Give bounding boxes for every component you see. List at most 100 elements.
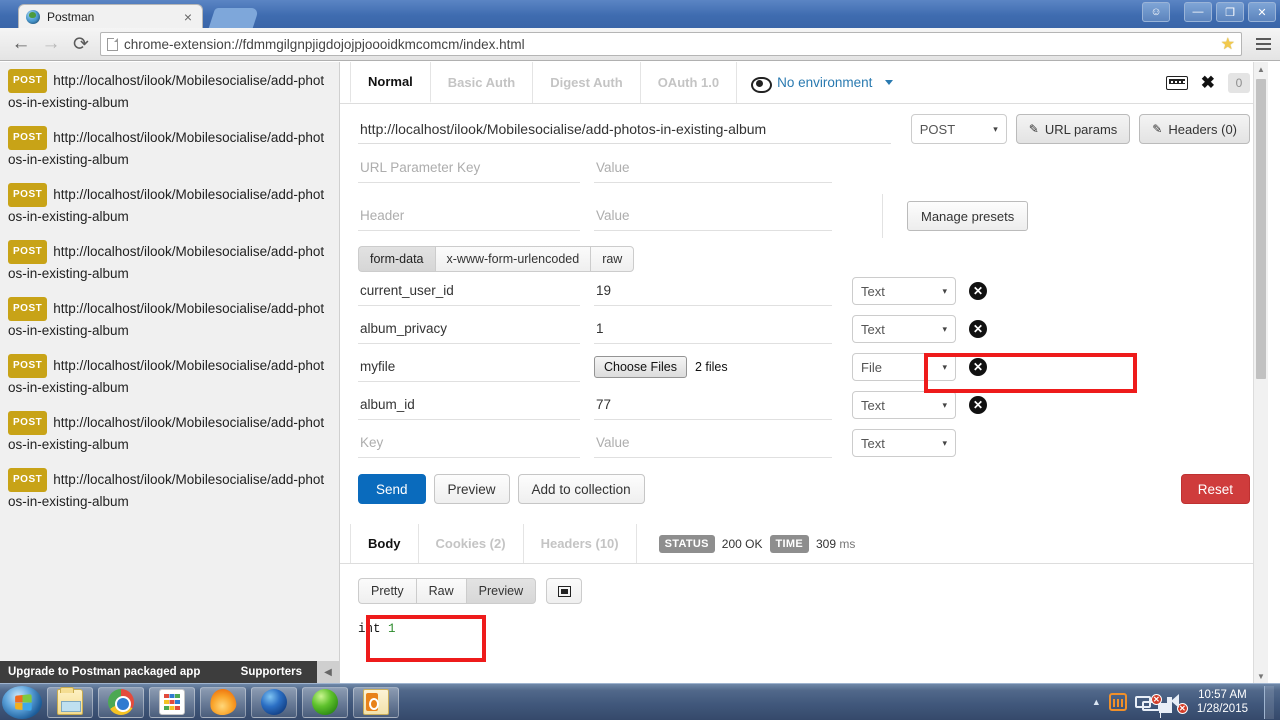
windows-flag-icon bbox=[14, 693, 32, 711]
network-icon[interactable] bbox=[1134, 696, 1160, 711]
url-params-button[interactable]: ✎ URL params bbox=[1015, 114, 1131, 144]
browser-menu-icon[interactable] bbox=[1248, 38, 1274, 50]
minimize-button[interactable]: — bbox=[1184, 2, 1212, 22]
keyboard-shortcuts-icon[interactable] bbox=[1165, 75, 1188, 90]
body-mode-form-data[interactable]: form-data bbox=[358, 246, 435, 272]
url-parameter-key-input[interactable] bbox=[358, 153, 580, 183]
url-parameter-row bbox=[340, 144, 1268, 192]
add-to-collection-button[interactable]: Add to collection bbox=[517, 474, 645, 504]
form-type-select[interactable]: Text ▾ bbox=[852, 429, 956, 457]
form-value-input[interactable] bbox=[594, 390, 832, 420]
manage-presets-button[interactable]: Manage presets bbox=[907, 201, 1029, 231]
scroll-up-arrow-icon[interactable]: ▲ bbox=[1254, 62, 1268, 76]
delete-row-icon[interactable]: ✕ bbox=[969, 282, 987, 300]
preview-request-button[interactable]: Preview bbox=[433, 474, 510, 504]
scroll-down-arrow-icon[interactable]: ▼ bbox=[1254, 669, 1268, 683]
user-profile-icon[interactable]: ☺ bbox=[1142, 2, 1170, 22]
history-item[interactable]: POST http://localhost/ilook/Mobilesociali… bbox=[0, 461, 339, 518]
choose-files-button[interactable]: Choose Files bbox=[594, 356, 687, 378]
history-item[interactable]: POST http://localhost/ilook/Mobilesociali… bbox=[0, 233, 339, 290]
header-value-input[interactable] bbox=[594, 201, 832, 231]
history-item[interactable]: POST http://localhost/ilook/Mobilesociali… bbox=[0, 290, 339, 347]
tab-headers[interactable]: Headers (10) bbox=[524, 524, 637, 563]
form-key-input[interactable] bbox=[358, 390, 580, 420]
show-desktop-button[interactable] bbox=[1264, 685, 1274, 719]
taskbar-item-outlook[interactable] bbox=[353, 686, 399, 718]
close-icon[interactable]: × bbox=[180, 9, 196, 25]
tab-digest-auth[interactable]: Digest Auth bbox=[533, 62, 641, 103]
http-method-select[interactable]: POST ▾ bbox=[910, 114, 1007, 144]
delete-row-icon[interactable]: ✕ bbox=[969, 358, 987, 376]
browser-tab-postman[interactable]: Postman × bbox=[18, 4, 203, 28]
close-window-button[interactable]: ✕ bbox=[1248, 2, 1276, 22]
taskbar-item-flame[interactable] bbox=[200, 686, 246, 718]
tab-basic-auth[interactable]: Basic Auth bbox=[431, 62, 534, 103]
history-sidebar[interactable]: POST http://localhost/ilook/Mobilesociali… bbox=[0, 62, 340, 683]
form-type-select[interactable]: File ▾ bbox=[852, 353, 956, 381]
delete-row-icon[interactable]: ✕ bbox=[969, 396, 987, 414]
main-scrollbar[interactable]: ▲ ▼ bbox=[1253, 62, 1268, 683]
method-badge: POST bbox=[8, 411, 48, 435]
body-mode-raw[interactable]: raw bbox=[590, 246, 635, 272]
history-item[interactable]: POST http://localhost/ilook/Mobilesociali… bbox=[0, 347, 339, 404]
delete-row-icon[interactable]: ✕ bbox=[969, 320, 987, 338]
history-item-url: http://localhost/ilook/Mobilesocialise/a… bbox=[8, 472, 325, 509]
headers-button[interactable]: ✎ Headers (0) bbox=[1139, 114, 1250, 144]
reload-icon[interactable]: ⟳ bbox=[66, 31, 96, 57]
chevron-down-icon: ▾ bbox=[993, 123, 998, 134]
history-item[interactable]: POST http://localhost/ilook/Mobilesociali… bbox=[0, 404, 339, 461]
reset-button[interactable]: Reset bbox=[1180, 474, 1250, 504]
request-url-input[interactable] bbox=[358, 114, 891, 144]
form-key-input[interactable] bbox=[358, 276, 580, 306]
tray-expand-icon[interactable]: ▲ bbox=[1092, 697, 1101, 707]
tab-cookies[interactable]: Cookies (2) bbox=[419, 524, 524, 563]
maximize-restore-button[interactable]: ❐ bbox=[1216, 2, 1244, 22]
send-button[interactable]: Send bbox=[358, 474, 426, 504]
expand-response-button[interactable] bbox=[546, 578, 583, 604]
form-type-select[interactable]: Text ▾ bbox=[852, 277, 956, 305]
header-key-input[interactable] bbox=[358, 201, 580, 231]
taskbar-item-globe[interactable] bbox=[251, 686, 297, 718]
fullscreen-icon bbox=[557, 585, 571, 597]
tab-normal[interactable]: Normal bbox=[350, 62, 431, 103]
format-raw-button[interactable]: Raw bbox=[415, 578, 466, 604]
form-key-input[interactable] bbox=[358, 314, 580, 344]
format-preview-button[interactable]: Preview bbox=[465, 578, 537, 604]
taskbar-item-green[interactable] bbox=[302, 686, 348, 718]
taskbar-clock[interactable]: 10:57 AM 1/28/2015 bbox=[1193, 688, 1256, 716]
bookmark-star-icon[interactable]: ★ bbox=[1221, 34, 1235, 54]
form-type-select[interactable]: Text ▾ bbox=[852, 315, 956, 343]
body-mode-urlencoded[interactable]: x-www-form-urlencoded bbox=[434, 246, 591, 272]
form-value-input[interactable] bbox=[594, 314, 832, 344]
upgrade-link[interactable]: Upgrade to Postman packaged app bbox=[0, 666, 200, 678]
taskbar-item-appgrid[interactable] bbox=[149, 686, 195, 718]
format-pretty-button[interactable]: Pretty bbox=[358, 578, 416, 604]
start-button-icon[interactable] bbox=[2, 685, 42, 719]
address-bar[interactable]: chrome-extension://fdmmgilgnpjigdojojpjo… bbox=[100, 32, 1242, 56]
postman-favicon-icon bbox=[25, 9, 41, 25]
history-item[interactable]: POST http://localhost/ilook/Mobilesociali… bbox=[0, 62, 339, 119]
tab-oauth-1[interactable]: OAuth 1.0 bbox=[641, 62, 738, 103]
new-tab-button[interactable] bbox=[208, 8, 260, 28]
volume-icon[interactable]: ✕ bbox=[1166, 693, 1188, 714]
request-count-badge[interactable]: 0 bbox=[1228, 72, 1250, 93]
taskbar-item-chrome[interactable] bbox=[98, 686, 144, 718]
tray-app-icon[interactable] bbox=[1108, 693, 1127, 711]
form-key-input[interactable] bbox=[358, 352, 580, 382]
scrollbar-thumb[interactable] bbox=[1256, 79, 1266, 379]
sidebar-collapse-button[interactable]: ◀ bbox=[317, 661, 339, 683]
tab-body[interactable]: Body bbox=[350, 524, 419, 563]
form-type-value: Text bbox=[861, 321, 885, 337]
eye-icon[interactable] bbox=[751, 76, 773, 93]
form-key-input-empty[interactable] bbox=[358, 428, 580, 458]
form-value-input[interactable] bbox=[594, 276, 832, 306]
history-item[interactable]: POST http://localhost/ilook/Mobilesociali… bbox=[0, 119, 339, 176]
form-type-select[interactable]: Text ▾ bbox=[852, 391, 956, 419]
form-value-input-empty[interactable] bbox=[594, 428, 832, 458]
url-parameter-value-input[interactable] bbox=[594, 153, 832, 183]
history-item[interactable]: POST http://localhost/ilook/Mobilesociali… bbox=[0, 176, 339, 233]
back-icon[interactable]: ← bbox=[6, 31, 36, 57]
taskbar-item-explorer[interactable] bbox=[47, 686, 93, 718]
settings-wrench-icon[interactable]: ✖ bbox=[1201, 74, 1215, 91]
environment-selector[interactable]: No environment bbox=[737, 62, 907, 103]
